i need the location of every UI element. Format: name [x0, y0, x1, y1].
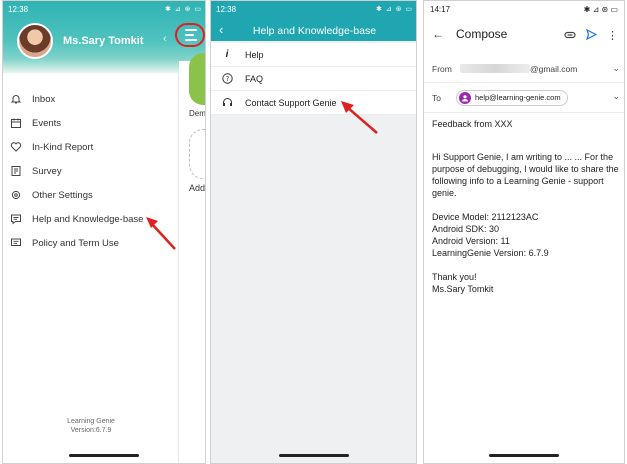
help-options-list: i Help ? FAQ Contact Support Genie [211, 43, 416, 115]
menu-line [185, 34, 194, 36]
more-options-icon[interactable]: ⋮ [607, 31, 618, 42]
menu-item-label: Other Settings [32, 189, 93, 201]
screenshot-stage: 12:38 ✱ ⊿ ⊛ ▭ Ms.Sary Tomkit ‹ Dem Add I [0, 0, 627, 464]
attachment-icon[interactable] [564, 27, 576, 45]
demo-card-thumbnail [189, 53, 205, 105]
from-row[interactable]: From @gmail.com ⌄ [424, 55, 624, 83]
status-time: 14:17 [430, 4, 451, 14]
add-card-thumbnail [189, 129, 205, 179]
phone-drawer-screen: 12:38 ✱ ⊿ ⊛ ▭ Ms.Sary Tomkit ‹ Dem Add I [2, 0, 206, 464]
menu-line [185, 39, 197, 41]
svg-text:?: ? [225, 75, 229, 83]
chevron-left-icon: ‹ [163, 33, 167, 45]
heart-icon [9, 140, 23, 154]
menu-item-events[interactable]: Events [3, 111, 179, 135]
app-version-line: LearningGenie Version: 6.7.9 [432, 248, 549, 258]
faq-item-label: FAQ [245, 73, 264, 84]
status-bar: 12:38 ✱ ⊿ ⊛ ▭ [3, 1, 205, 17]
menu-line [185, 29, 197, 31]
signature-line: Ms.Sary Tomkit [432, 284, 494, 294]
menu-item-label: Help and Knowledge-base [32, 213, 144, 225]
calendar-icon [9, 116, 23, 130]
contact-support-item[interactable]: Contact Support Genie [211, 91, 416, 115]
chevron-down-icon[interactable]: ⌄ [612, 63, 620, 74]
menu-item-label: Inbox [32, 93, 56, 105]
redacted-email [460, 64, 530, 73]
headset-icon [221, 97, 233, 109]
to-row[interactable]: To help@learning-genie.com ⌄ [424, 83, 624, 113]
gear-icon [9, 188, 23, 202]
send-icon[interactable] [585, 27, 598, 45]
survey-icon [9, 164, 23, 178]
menu-item-label: Events [32, 117, 62, 129]
home-indicator [278, 454, 349, 457]
android-version-line: Android Version: 11 [432, 236, 510, 246]
user-name: Ms.Sary Tomkit [63, 35, 144, 47]
to-label: To [432, 92, 441, 103]
menu-item-label: Survey [32, 165, 62, 177]
help-item-label: Help [245, 49, 264, 60]
chevron-down-icon[interactable]: ⌄ [612, 91, 620, 102]
question-icon: ? [221, 73, 233, 85]
menu-item-inbox[interactable]: Inbox [3, 87, 179, 111]
phone-help-screen: 12:38 ✱ ⊿ ⊛ ▭ ‹ Help and Knowledge-base … [210, 0, 417, 464]
avatar[interactable] [17, 23, 53, 59]
contact-support-label: Contact Support Genie [245, 97, 337, 108]
help-item[interactable]: i Help [211, 43, 416, 67]
compose-actions: ⋮ [564, 27, 618, 45]
recipient-avatar [459, 91, 471, 104]
menu-item-other-settings[interactable]: Other Settings [3, 183, 179, 207]
status-time: 12:38 [216, 4, 237, 14]
demo-label: Dem [189, 109, 206, 118]
from-label: From [432, 63, 452, 74]
email-body[interactable]: Hi Support Genie, I am writing to ... ..… [432, 151, 622, 295]
menu-item-label: In-Kind Report [32, 141, 94, 153]
body-intro: Hi Support Genie, I am writing to ... ..… [432, 152, 619, 198]
compose-title: Compose [456, 27, 508, 41]
hamburger-menu-button[interactable] [175, 23, 205, 47]
status-icons: ✱ ⊿ ⊛ ▭ [583, 4, 618, 14]
background-page-strip [179, 61, 205, 451]
home-indicator [489, 454, 559, 457]
subject-field[interactable]: Feedback from XXX [432, 119, 513, 129]
phone-compose-screen: 14:17 ✱ ⊿ ⊛ ▭ ← Compose ⋮ From @gmail.co… [423, 0, 625, 464]
footer-app-name: Learning Genie [67, 418, 115, 425]
status-time: 12:38 [8, 4, 29, 14]
menu-item-in-kind-report[interactable]: In-Kind Report [3, 135, 179, 159]
thanks-line: Thank you! [432, 272, 477, 282]
red-annotation-arrow [146, 217, 176, 250]
document-icon [9, 236, 23, 250]
from-address: @gmail.com [530, 63, 578, 74]
chat-icon [9, 212, 23, 226]
red-annotation-arrow [341, 101, 378, 134]
footer-version: Version:6.7.9 [70, 427, 112, 434]
menu-item-survey[interactable]: Survey [3, 159, 179, 183]
help-header: 12:38 ✱ ⊿ ⊛ ▭ ‹ Help and Knowledge-base [211, 1, 416, 41]
add-label: Add [189, 183, 206, 193]
device-model-line: Device Model: 2112123AC [432, 212, 539, 222]
home-indicator [69, 454, 139, 457]
faq-item[interactable]: ? FAQ [211, 67, 416, 91]
page-title: Help and Knowledge-base [252, 25, 377, 37]
status-icons: ✱ ⊿ ⊛ ▭ [164, 6, 202, 13]
status-bar: 12:38 ✱ ⊿ ⊛ ▭ [211, 1, 416, 17]
recipient-email: help@learning-genie.com [475, 93, 561, 102]
android-sdk-line: Android SDK: 30 [432, 224, 500, 234]
back-arrow-icon[interactable]: ← [432, 27, 444, 41]
status-icons: ✱ ⊿ ⊛ ▭ [375, 6, 413, 13]
menu-item-label: Policy and Term Use [32, 237, 119, 249]
recipient-chip[interactable]: help@learning-genie.com [456, 89, 568, 106]
bell-icon [9, 92, 23, 106]
app-version-footer: Learning Genie Version:6.7.9 [3, 417, 179, 435]
navigation-drawer: Inbox Events In-Kind Report Survey Other… [3, 73, 179, 463]
status-bar: 14:17 ✱ ⊿ ⊛ ▭ [424, 1, 624, 17]
info-icon: i [225, 49, 229, 60]
